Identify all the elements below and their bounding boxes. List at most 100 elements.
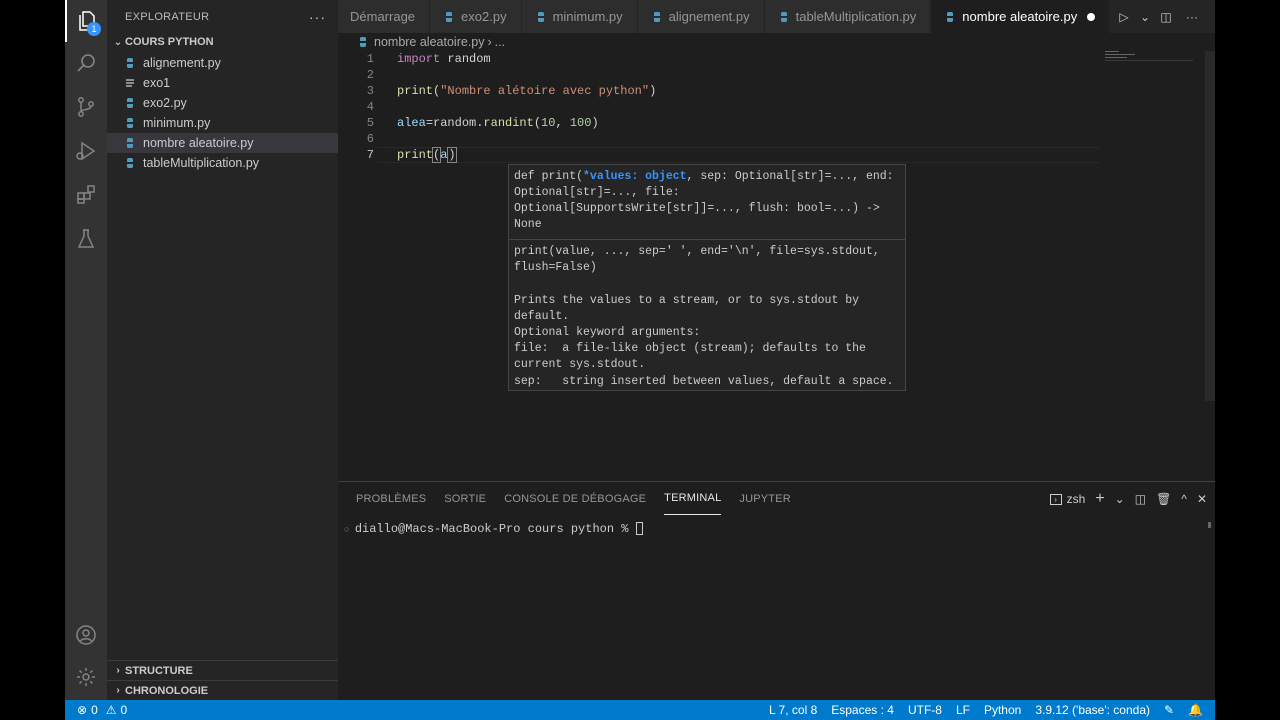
manage-activity[interactable] xyxy=(65,656,107,698)
terminal-icon: › xyxy=(1049,493,1062,505)
variable-name: alea xyxy=(397,116,426,130)
explorer-activity[interactable]: 1 xyxy=(65,0,107,42)
active-parameter: *values: object xyxy=(583,170,687,183)
python-file-icon xyxy=(777,10,791,24)
python-file-icon xyxy=(943,10,957,24)
bell-icon[interactable]: 🔔 xyxy=(1188,703,1203,717)
python-interpreter[interactable]: 3.9.12 ('base': conda) xyxy=(1035,703,1150,717)
docstring: print(value, ..., sep=' ', end='\n', fil… xyxy=(514,245,894,388)
file-item[interactable]: alignement.py xyxy=(107,53,338,73)
panel-actions: › zsh + ⌄ ◫ 🗑 ^ ✕ xyxy=(1049,490,1207,508)
run-icon[interactable]: ▷ xyxy=(1115,8,1133,26)
split-terminal-icon[interactable]: ◫ xyxy=(1135,492,1146,506)
extensions-activity[interactable] xyxy=(65,174,107,216)
line-number: 7 xyxy=(366,148,374,162)
code-text: =random. xyxy=(425,116,484,130)
file-item[interactable]: nombre aleatoire.py xyxy=(107,133,338,153)
line-number: 5 xyxy=(366,116,374,130)
unsaved-dot-icon[interactable] xyxy=(1087,12,1096,21)
paren: ( xyxy=(533,116,542,130)
editor-tab[interactable]: alignement.py xyxy=(637,0,765,33)
more-actions-icon[interactable]: ··· xyxy=(1183,8,1201,26)
editor-tab[interactable]: minimum.py xyxy=(521,0,638,33)
editor-tab[interactable]: Démarrage xyxy=(338,0,431,33)
paren: ) xyxy=(447,147,457,163)
breadcrumb-file[interactable]: nombre aleatoire.py xyxy=(374,35,484,49)
chevron-down-icon[interactable]: ⌄ xyxy=(1140,8,1150,26)
line-number: 6 xyxy=(366,132,374,146)
chevron-up-icon[interactable]: ^ xyxy=(1181,492,1187,506)
file-item[interactable]: tableMultiplication.py xyxy=(107,153,338,173)
file-name: exo1 xyxy=(143,76,171,90)
activity-bar: 1 xyxy=(65,0,107,700)
file-item[interactable]: exo1 xyxy=(107,73,338,93)
more-actions-icon[interactable]: ··· xyxy=(309,9,326,25)
encoding[interactable]: UTF-8 xyxy=(908,703,942,717)
signature-start: def print( xyxy=(514,170,584,183)
timeline-section[interactable]: › CHRONOLOGIE xyxy=(107,680,338,700)
editor-tab[interactable]: nombre aleatoire.py xyxy=(931,0,1111,33)
import-module: random xyxy=(440,52,491,66)
function-name: randint xyxy=(483,116,534,130)
prompt-indicator-icon: ○ xyxy=(344,525,355,535)
new-terminal-icon[interactable]: + xyxy=(1095,490,1104,508)
code-line: 5 alea=random.randint(10, 100) xyxy=(338,115,1098,131)
line-number: 3 xyxy=(366,84,374,98)
argument: a xyxy=(440,148,448,162)
code-line: 7 print(a) xyxy=(338,147,1098,163)
editor-scrollbar[interactable] xyxy=(1205,51,1215,401)
python-file-icon xyxy=(123,56,137,70)
line-number: 2 xyxy=(366,68,374,82)
file-item[interactable]: exo2.py xyxy=(107,93,338,113)
problems-status[interactable]: ⊗ 0 ⚠ 0 xyxy=(65,703,127,717)
editor-tab[interactable]: exo2.py xyxy=(430,0,522,33)
accounts-activity[interactable] xyxy=(65,614,107,656)
panel-tab[interactable]: JUPYTER xyxy=(739,482,791,515)
cursor-position[interactable]: L 7, col 8 xyxy=(769,703,817,717)
text-file-icon xyxy=(123,76,137,90)
indentation[interactable]: Espaces : 4 xyxy=(831,703,894,717)
language-mode[interactable]: Python xyxy=(984,703,1021,717)
editor-tab[interactable]: tableMultiplication.py xyxy=(764,0,932,33)
code-line: 3 print("Nombre alétoire avec python") xyxy=(338,83,1098,99)
function-name: print xyxy=(397,84,434,98)
end-of-line[interactable]: LF xyxy=(956,703,970,717)
panel-tab[interactable]: PROBLÈMES xyxy=(356,482,426,515)
feedback-icon[interactable]: ✎ xyxy=(1164,703,1174,717)
breadcrumb: nombre aleatoire.py › ... xyxy=(338,33,1215,51)
source-control-activity[interactable] xyxy=(65,86,107,128)
run-debug-icon xyxy=(76,141,96,161)
paren: ) xyxy=(591,116,599,130)
file-item[interactable]: minimum.py xyxy=(107,113,338,133)
breadcrumb-symbol[interactable]: ... xyxy=(495,35,505,49)
number-literal: 100 xyxy=(569,116,592,130)
minimap[interactable] xyxy=(1105,51,1205,71)
terminal-output[interactable]: ○ diallo@Macs-MacBook-Pro cours python % xyxy=(344,522,643,536)
python-file-icon xyxy=(123,156,137,170)
python-file-icon xyxy=(123,96,137,110)
panel-tab[interactable]: TERMINAL xyxy=(664,482,722,515)
tab-label: exo2.py xyxy=(461,9,507,24)
python-file-icon xyxy=(123,136,137,150)
code-editor[interactable]: 1 import random 2 3 print("Nombre alétoi… xyxy=(338,51,1215,481)
error-icon: ⊗ xyxy=(77,703,88,717)
panel-tab[interactable]: CONSOLE DE DÉBOGAGE xyxy=(504,482,646,515)
trash-icon[interactable]: 🗑 xyxy=(1156,492,1171,506)
search-activity[interactable] xyxy=(65,42,107,84)
split-editor-icon[interactable]: ◫ xyxy=(1157,8,1175,26)
chevron-down-icon[interactable]: ⌄ xyxy=(1115,492,1125,506)
terminal-scrollbar[interactable] xyxy=(1208,522,1211,528)
panel-tab[interactable]: SORTIE xyxy=(444,482,486,515)
outline-section[interactable]: › STRUCTURE xyxy=(107,660,338,680)
editor-tabs: Démarrage exo2.py minimum.py alignement.py t… xyxy=(338,0,1215,33)
chevron-down-icon: ⌄ xyxy=(113,36,123,48)
line-number: 4 xyxy=(366,100,374,114)
editor-actions: ▷ ⌄ ◫ ··· xyxy=(1115,0,1215,33)
run-debug-activity[interactable] xyxy=(65,130,107,172)
error-count: 0 xyxy=(91,703,98,717)
testing-activity[interactable] xyxy=(65,218,107,260)
terminal-instance[interactable]: › zsh xyxy=(1049,492,1085,506)
close-icon[interactable]: ✕ xyxy=(1197,492,1207,506)
timeline-title: CHRONOLOGIE xyxy=(125,684,209,697)
folder-header[interactable]: ⌄ COURS PYTHON xyxy=(107,33,338,51)
